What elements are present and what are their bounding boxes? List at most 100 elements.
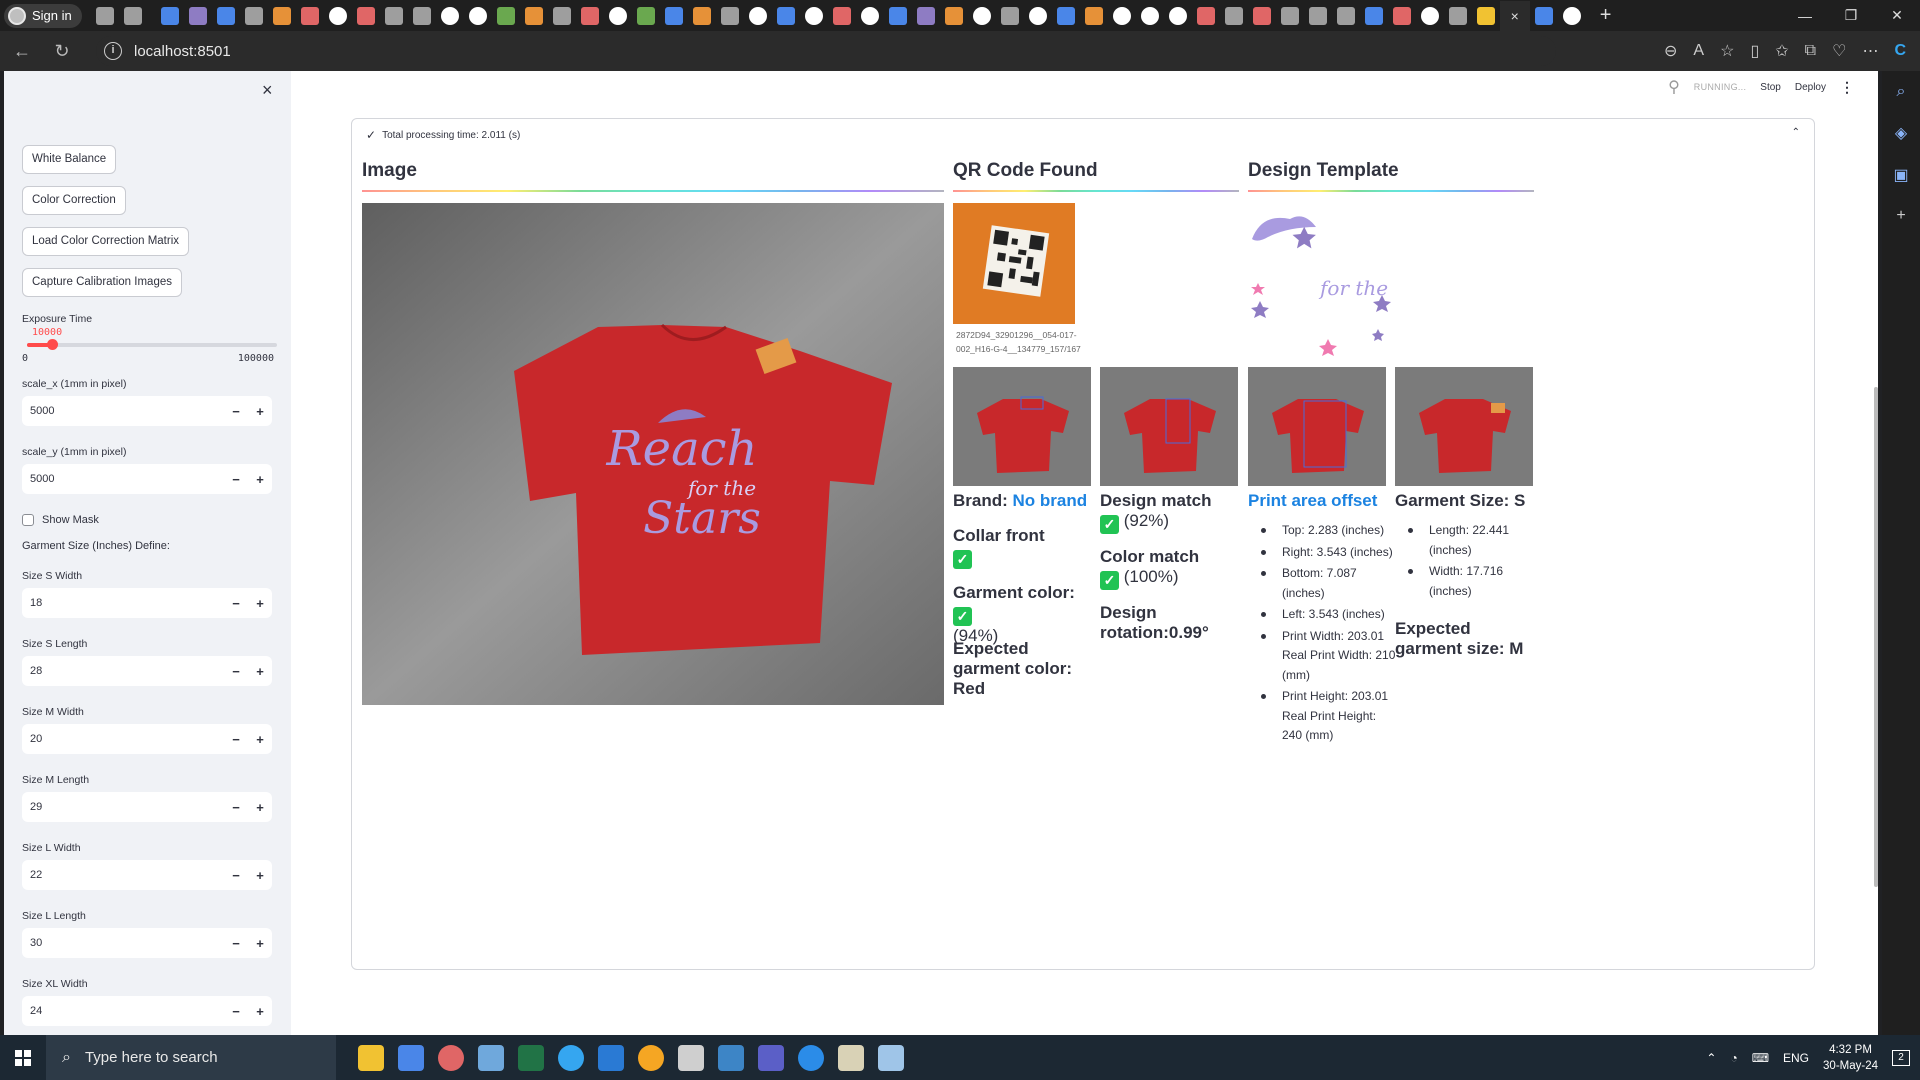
decrement-button[interactable]: − [224, 596, 248, 611]
size-field-input[interactable]: 29− + [22, 792, 272, 822]
decrement-button[interactable]: − [224, 664, 248, 679]
chevron-up-icon[interactable]: ⌃ [1706, 1051, 1716, 1065]
tab-favicon[interactable] [1364, 6, 1383, 25]
size-field-input[interactable]: 20− + [22, 724, 272, 754]
tab-close-icon[interactable]: × [1511, 8, 1519, 24]
decrement-button[interactable]: − [224, 800, 248, 815]
sidebar-close-icon[interactable]: × [262, 80, 273, 101]
tab-favicon[interactable] [160, 6, 179, 25]
tab-favicon[interactable] [1448, 6, 1467, 25]
tab-favicon[interactable] [1252, 6, 1271, 25]
language-indicator[interactable]: ENG [1783, 1051, 1809, 1065]
copilot-sidebar-icon[interactable]: ◈ [1895, 123, 1907, 143]
search-icon[interactable]: ⌕ [1897, 83, 1906, 101]
taskbar-search[interactable]: ⌕ Type here to search [46, 1035, 336, 1080]
load-matrix-button[interactable]: Load Color Correction Matrix [22, 227, 190, 256]
size-field-input[interactable]: 28− + [22, 656, 272, 686]
tab-favicon[interactable] [1000, 6, 1019, 25]
favorites-icon[interactable]: ✩ [1775, 41, 1788, 61]
decrement-button[interactable]: − [224, 936, 248, 951]
tab-favicon[interactable] [188, 6, 207, 25]
tab-favicon[interactable] [1084, 6, 1103, 25]
tab-favicon[interactable] [692, 6, 711, 25]
add-sidebar-icon[interactable]: + [1896, 207, 1905, 225]
tab-favicon[interactable] [1196, 6, 1215, 25]
white-balance-button[interactable]: White Balance [22, 145, 117, 174]
minimize-icon[interactable]: — [1782, 0, 1828, 31]
tab-favicon[interactable] [216, 6, 235, 25]
home-assistant-icon[interactable] [638, 1044, 664, 1071]
favorite-star-icon[interactable]: ☆ [1720, 41, 1734, 61]
increment-button[interactable]: + [248, 732, 272, 747]
scale-x-input[interactable]: 5000 − + [22, 396, 272, 426]
color-correction-button[interactable]: Color Correction [22, 186, 126, 215]
size-field-value[interactable]: 30 [22, 937, 224, 949]
profile-button[interactable]: Sign in [4, 3, 82, 28]
tab-favicon[interactable] [328, 6, 347, 25]
teams-icon[interactable] [758, 1044, 784, 1071]
size-field-input[interactable]: 22− + [22, 860, 272, 890]
increment-button[interactable]: + [248, 472, 272, 487]
active-tab[interactable]: × [1499, 0, 1530, 31]
app-icon[interactable] [718, 1044, 744, 1071]
size-field-value[interactable]: 24 [22, 1005, 224, 1017]
refresh-icon[interactable]: ↻ [44, 33, 80, 69]
start-button[interactable] [0, 1035, 46, 1080]
zoom-icon[interactable]: ⊖ [1664, 41, 1677, 61]
tab-favicon[interactable] [1534, 6, 1553, 25]
increment-button[interactable]: + [248, 1004, 272, 1019]
app-icon[interactable] [798, 1044, 824, 1071]
tab-favicon[interactable] [1224, 6, 1243, 25]
file-explorer-icon[interactable] [358, 1044, 384, 1071]
tab-favicon[interactable] [1168, 6, 1187, 25]
stop-button[interactable]: Stop [1760, 82, 1781, 93]
read-aloud-icon[interactable]: A [1693, 42, 1704, 60]
tab-favicon[interactable] [1112, 6, 1131, 25]
exposure-slider-handle[interactable] [47, 339, 58, 350]
more-menu-icon[interactable]: ⋯ [1862, 41, 1878, 61]
tab-favicon[interactable] [552, 6, 571, 25]
decrement-button[interactable]: − [224, 404, 248, 419]
collapse-chevron-icon[interactable]: ⌃ [1792, 127, 1800, 138]
tab-favicon[interactable] [916, 6, 935, 25]
tab-favicon[interactable] [580, 6, 599, 25]
tab-favicon[interactable] [944, 6, 963, 25]
tab-favicon-github[interactable] [608, 6, 627, 25]
increment-button[interactable]: + [248, 404, 272, 419]
back-icon[interactable]: ← [4, 33, 40, 69]
tab-favicon[interactable] [860, 6, 879, 25]
restore-icon[interactable]: ❐ [1828, 0, 1874, 31]
increment-button[interactable]: + [248, 664, 272, 679]
exposure-slider[interactable] [27, 339, 277, 350]
collections-icon[interactable]: ⧉ [1805, 42, 1816, 60]
size-field-value[interactable]: 28 [22, 665, 224, 677]
scale-y-value[interactable]: 5000 [22, 473, 224, 485]
size-field-value[interactable]: 29 [22, 801, 224, 813]
size-field-input[interactable]: 30− + [22, 928, 272, 958]
clock[interactable]: 4:32 PM 30-May-24 [1823, 1042, 1878, 1074]
tab-favicon[interactable] [972, 6, 991, 25]
wifi-icon[interactable]: ◔ [1730, 1051, 1737, 1065]
workspaces-icon[interactable] [95, 6, 114, 25]
tab-favicon[interactable] [300, 6, 319, 25]
tab-favicon-github[interactable] [468, 6, 487, 25]
increment-button[interactable]: + [248, 596, 272, 611]
size-field-value[interactable]: 18 [22, 597, 224, 609]
expander-header[interactable]: ✓ Total processing time: 2.011 (s) [366, 128, 520, 142]
tab-favicon[interactable] [384, 6, 403, 25]
tab-favicon[interactable] [636, 6, 655, 25]
tab-favicon-github[interactable] [1028, 6, 1047, 25]
new-tab-icon[interactable]: + [1600, 4, 1612, 27]
tab-favicon[interactable] [748, 6, 767, 25]
edge-icon[interactable] [558, 1044, 584, 1071]
tab-favicon[interactable] [524, 6, 543, 25]
chrome-icon[interactable] [438, 1044, 464, 1071]
decrement-button[interactable]: − [224, 1004, 248, 1019]
tab-favicon[interactable] [832, 6, 851, 25]
scale-x-value[interactable]: 5000 [22, 405, 224, 417]
copilot-icon[interactable]: C [1894, 42, 1906, 60]
notification-icon[interactable]: 2 [1892, 1049, 1910, 1066]
extensions-icon[interactable]: ♡ [1832, 41, 1846, 61]
tab-favicon[interactable] [496, 6, 515, 25]
store-icon[interactable] [398, 1044, 424, 1071]
